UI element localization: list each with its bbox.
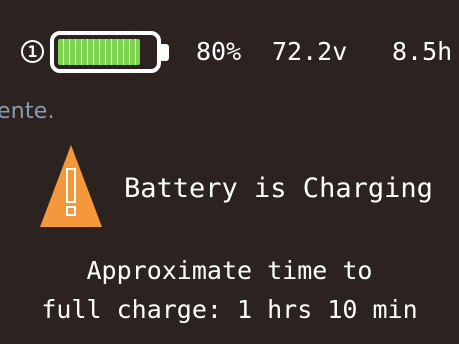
charging-status-message: Battery is Charging	[124, 173, 433, 204]
charge-time-value: full charge: 1 hrs 10 min	[41, 295, 418, 324]
status-bar: 1 80% 72.2v 8.5h	[0, 0, 459, 95]
cropped-caption: ente.	[0, 99, 55, 124]
battery-voltage: 72.2v	[272, 37, 348, 66]
charge-time-label: Approximate time to	[86, 256, 373, 285]
battery-runtime: 8.5h	[392, 37, 453, 66]
battery-terminal-icon	[161, 44, 169, 61]
battery-display-page: ente. 1 80% 72.2v 8.5h Battery is Chargi…	[0, 0, 459, 344]
battery-number: 1	[21, 40, 44, 63]
battery-level-fill	[58, 39, 140, 65]
battery-percentage: 80%	[196, 37, 242, 66]
warning-icon	[40, 145, 102, 227]
battery-icon	[50, 31, 161, 73]
